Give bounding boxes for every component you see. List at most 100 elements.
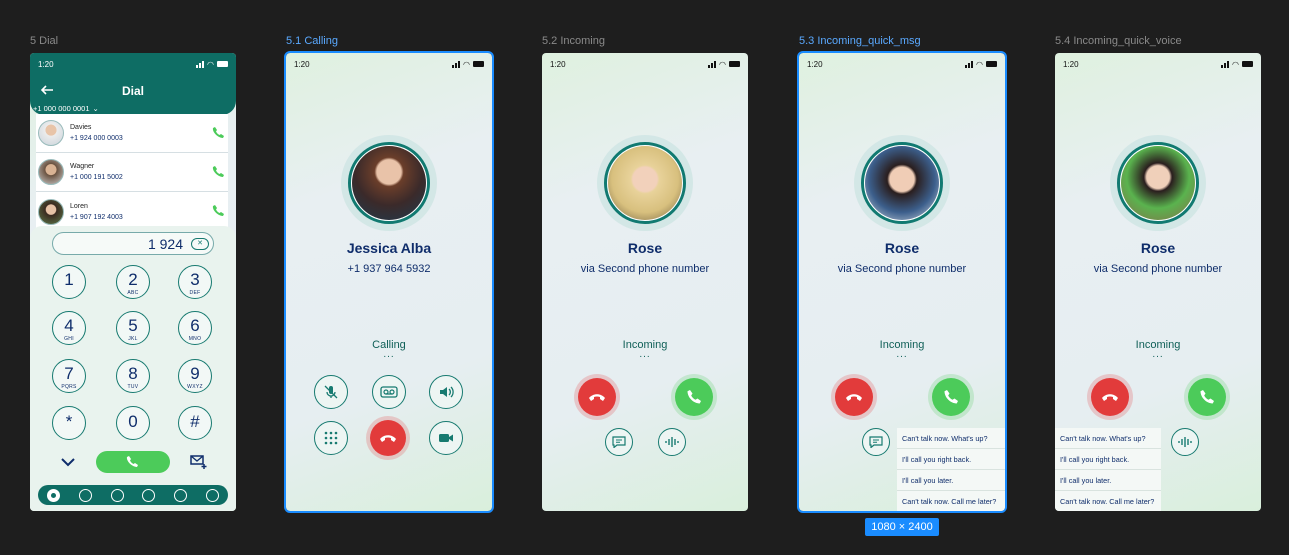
backspace-icon[interactable]: ✕ bbox=[191, 238, 209, 250]
frame-label-incoming-quick-voice[interactable]: 5.4 Incoming_quick_voice bbox=[1055, 35, 1182, 47]
caller-name: Rose bbox=[884, 240, 920, 256]
frame-label-dial[interactable]: 5 Dial bbox=[30, 35, 58, 47]
avatar bbox=[1110, 135, 1206, 231]
keypad-button[interactable] bbox=[314, 421, 348, 455]
nav-contacts-icon[interactable] bbox=[173, 488, 187, 502]
key-6[interactable]: 6 MNO bbox=[178, 311, 212, 345]
battery-icon bbox=[986, 61, 997, 67]
voicemail-button[interactable] bbox=[372, 375, 406, 409]
quick-voice-button[interactable] bbox=[1171, 428, 1199, 456]
decline-button[interactable] bbox=[835, 378, 873, 416]
quick-message-button[interactable] bbox=[862, 428, 890, 456]
battery-icon bbox=[473, 61, 484, 67]
key-7[interactable]: 7 PQRS bbox=[52, 359, 86, 393]
quick-message-item[interactable]: I'll call you right back. bbox=[1055, 449, 1161, 470]
quick-message-item[interactable]: Can't talk now. What's up? bbox=[1055, 428, 1161, 449]
key-2[interactable]: 2 ABC bbox=[116, 265, 150, 299]
call-state-dots: ... bbox=[639, 349, 651, 360]
key-8[interactable]: 8 TUV bbox=[116, 359, 150, 393]
speaker-button[interactable] bbox=[429, 375, 463, 409]
key-3[interactable]: 3 DEF bbox=[178, 265, 212, 299]
key-star[interactable]: * bbox=[52, 406, 86, 440]
mute-button[interactable] bbox=[314, 375, 348, 409]
status-time: 1:20 bbox=[1063, 59, 1079, 69]
speaker-icon bbox=[440, 386, 454, 398]
video-button[interactable] bbox=[429, 421, 463, 455]
key-0[interactable]: 0 bbox=[116, 406, 150, 440]
new-message-icon[interactable] bbox=[190, 454, 208, 470]
caller-via: via Second phone number bbox=[837, 263, 967, 275]
quick-voice-button[interactable] bbox=[658, 428, 686, 456]
phone-icon[interactable] bbox=[212, 204, 224, 216]
decline-button[interactable] bbox=[578, 378, 616, 416]
avatar bbox=[38, 198, 64, 225]
key-5[interactable]: 5 JKL bbox=[116, 311, 150, 345]
phone-icon[interactable] bbox=[212, 126, 224, 138]
key-4[interactable]: 4 GHI bbox=[52, 311, 86, 345]
number-selector-label: +1 000 000 0001 bbox=[33, 104, 90, 113]
quick-message-item[interactable]: I'll call you later. bbox=[1055, 470, 1161, 491]
wifi-icon: ◠ bbox=[1232, 59, 1239, 69]
signal-icon bbox=[1221, 60, 1230, 68]
frame-label-calling[interactable]: 5.1 Calling bbox=[286, 35, 338, 47]
call-button[interactable] bbox=[96, 451, 170, 473]
mute-mic-icon bbox=[324, 385, 338, 399]
accept-button[interactable] bbox=[932, 378, 970, 416]
quick-message-item[interactable]: I'll call you right back. bbox=[897, 449, 1005, 470]
wifi-icon: ◠ bbox=[976, 59, 983, 69]
key-1[interactable]: 1 bbox=[52, 265, 86, 299]
quick-message-item[interactable]: Can't talk now. Call me later? bbox=[1055, 491, 1161, 511]
decline-button[interactable] bbox=[1091, 378, 1129, 416]
signal-icon bbox=[196, 60, 205, 68]
phone-icon[interactable] bbox=[212, 165, 224, 177]
chevron-down-icon[interactable] bbox=[61, 458, 75, 467]
message-icon bbox=[612, 436, 626, 448]
nav-dialpad-icon[interactable] bbox=[110, 488, 124, 502]
end-call-button[interactable] bbox=[370, 420, 406, 456]
selection-size-badge: 1080 × 2400 bbox=[865, 518, 939, 536]
signal-icon bbox=[965, 60, 974, 68]
avatar bbox=[597, 135, 693, 231]
accept-button[interactable] bbox=[675, 378, 713, 416]
caller-number: +1 937 964 5932 bbox=[347, 263, 431, 275]
contact-row[interactable]: Davies +1 924 000 0003 bbox=[36, 114, 228, 153]
contact-number: +1 000 191 5002 bbox=[70, 174, 123, 181]
caller-name: Jessica Alba bbox=[346, 240, 432, 256]
caller-name: Rose bbox=[1140, 240, 1176, 256]
contact-row[interactable]: Wagner +1 000 191 5002 bbox=[36, 153, 228, 192]
nav-whatsapp-icon[interactable] bbox=[47, 488, 61, 502]
hang-up-icon bbox=[589, 394, 605, 401]
phone-icon bbox=[126, 456, 138, 467]
key-9[interactable]: 9 WXYZ bbox=[178, 359, 212, 393]
keypad-icon bbox=[324, 431, 338, 445]
quick-message-item[interactable]: Can't talk now. What's up? bbox=[897, 428, 1005, 449]
nav-voicemail-icon[interactable] bbox=[142, 488, 156, 502]
frame-label-incoming[interactable]: 5.2 Incoming bbox=[542, 35, 605, 47]
quick-message-list: Can't talk now. What's up? I'll call you… bbox=[897, 428, 1005, 511]
nav-settings-icon[interactable] bbox=[205, 488, 219, 502]
hang-up-icon bbox=[1102, 394, 1118, 401]
dial-frame: 1:20 ◠ Dial +1 000 000 0001 ⌄ Davies +1 92… bbox=[30, 53, 236, 511]
avatar bbox=[38, 120, 64, 146]
status-bar: 1:20 ◠ bbox=[1063, 59, 1253, 69]
avatar bbox=[341, 135, 437, 231]
call-state-dots: ... bbox=[1152, 349, 1164, 360]
status-time: 1:20 bbox=[807, 59, 823, 69]
quick-message-item[interactable]: Can't talk now. Call me later? bbox=[897, 491, 1005, 511]
caller-via: via Second phone number bbox=[580, 263, 710, 275]
quick-message-item[interactable]: I'll call you later. bbox=[897, 470, 1005, 491]
voicemail-icon bbox=[380, 386, 398, 398]
video-icon bbox=[439, 434, 453, 442]
status-time: 1:20 bbox=[38, 59, 54, 69]
key-hash[interactable]: # bbox=[178, 406, 212, 440]
nav-message-icon[interactable] bbox=[78, 488, 92, 502]
accept-button[interactable] bbox=[1188, 378, 1226, 416]
quick-message-button[interactable] bbox=[605, 428, 633, 456]
page-title: Dial bbox=[121, 84, 144, 98]
avatar bbox=[854, 135, 950, 231]
frame-label-incoming-quick-msg[interactable]: 5.3 Incoming_quick_msg bbox=[799, 35, 921, 47]
contact-number: +1 907 192 4003 bbox=[70, 213, 123, 221]
number-input[interactable]: 1 924 ✕ bbox=[52, 232, 214, 255]
number-selector[interactable]: +1 000 000 0001 ⌄ bbox=[33, 104, 99, 113]
bottom-nav bbox=[38, 485, 228, 505]
